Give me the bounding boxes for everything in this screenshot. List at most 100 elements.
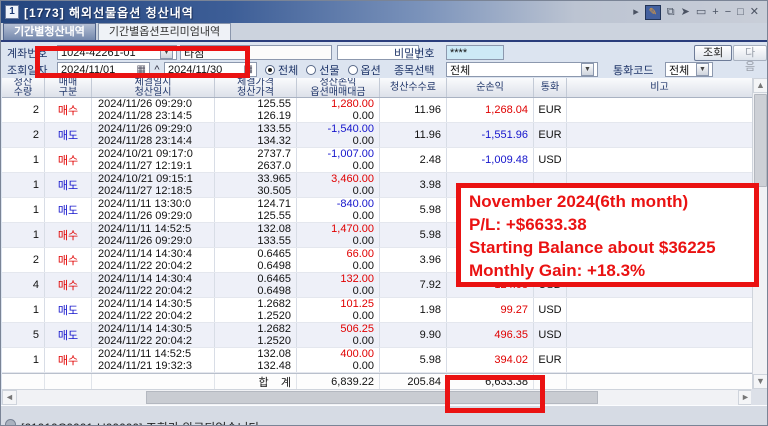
qty-value: 1 bbox=[2, 179, 39, 191]
side-value: 매수 bbox=[58, 277, 78, 293]
table-row[interactable]: 1매수2024/10/21 09:17:02024/11/27 12:19:12… bbox=[2, 148, 752, 173]
close-icon[interactable]: ✕ bbox=[750, 5, 759, 19]
cell-qty: 1 bbox=[2, 198, 45, 222]
amount-value: 0.00 bbox=[297, 285, 374, 297]
chevron-down-icon[interactable]: ▼ bbox=[581, 63, 594, 76]
total-fee: 205.84 bbox=[380, 374, 447, 389]
price_open-value: 1.2682 bbox=[215, 323, 291, 335]
table-row[interactable]: 5매도2024/11/14 14:30:52024/11/22 20:04:21… bbox=[2, 323, 752, 348]
fee-value: 3.98 bbox=[380, 179, 441, 191]
detach-window-icon[interactable]: ➤ bbox=[681, 5, 690, 19]
cell-side: 매도 bbox=[45, 298, 92, 322]
scroll-down-icon[interactable]: ▼ bbox=[753, 374, 768, 389]
amount-value: 0.00 bbox=[297, 335, 374, 347]
radio-futures[interactable]: 선물 bbox=[306, 62, 339, 78]
table-row[interactable]: 2매도2024/11/26 09:29:02024/11/28 23:14:41… bbox=[2, 123, 752, 148]
net-value: 394.02 bbox=[447, 354, 528, 366]
scroll-up-icon[interactable]: ▲ bbox=[753, 78, 768, 93]
cell-price_open: 125.55126.19 bbox=[215, 98, 297, 122]
price_open-value: 132.08 bbox=[215, 223, 291, 235]
qty-value: 2 bbox=[2, 129, 39, 141]
dt_close-value: 2024/11/27 12:18:5 bbox=[98, 185, 214, 197]
net-value: 99.27 bbox=[447, 304, 528, 316]
amount-value: 0.00 bbox=[297, 160, 374, 172]
cell-dt_open: 2024/11/11 13:30:02024/11/26 09:29:0 bbox=[92, 198, 215, 222]
currency-value: USD bbox=[538, 154, 561, 166]
pl-value: 506.25 bbox=[297, 323, 374, 335]
radio-all[interactable]: 전체 bbox=[265, 62, 298, 78]
panel-collapse-icon[interactable]: ▸ bbox=[633, 5, 639, 19]
side-value: 매수 bbox=[58, 352, 78, 368]
table-row[interactable]: 1매도2024/11/14 14:30:52024/11/22 20:04:21… bbox=[2, 298, 752, 323]
header-fee: 청산수수료 bbox=[380, 78, 447, 97]
chevron-down-icon[interactable]: ▼ bbox=[696, 63, 709, 76]
password-input[interactable]: **** bbox=[446, 45, 504, 60]
pl-value: 132.00 bbox=[297, 273, 374, 285]
cell-dt_open: 2024/11/26 09:29:02024/11/28 23:14:4 bbox=[92, 123, 215, 147]
horizontal-scrollbar[interactable]: ◄ ► bbox=[2, 389, 753, 405]
price_open-value: 132.08 bbox=[215, 348, 291, 360]
chart-edit-icon[interactable]: ✎ bbox=[645, 5, 661, 20]
pl-value: -1,540.00 bbox=[297, 123, 374, 135]
maximize-icon[interactable]: □ bbox=[737, 5, 744, 19]
cell-dt_open: 2024/10/21 09:17:02024/11/27 12:19:1 bbox=[92, 148, 215, 172]
scroll-left-icon[interactable]: ◄ bbox=[2, 390, 17, 405]
cell-dt_open: 2024/11/14 14:30:52024/11/22 20:04:2 bbox=[92, 298, 215, 322]
cell-price_open: 0.64650.6498 bbox=[215, 273, 297, 297]
zoom-in-icon[interactable]: + bbox=[712, 5, 718, 19]
price_open-value: 133.55 bbox=[215, 123, 291, 135]
price_close-value: 134.32 bbox=[215, 135, 291, 147]
titlebar: 1 [1773] 해외선물옵션 청산내역 ▸✎⧉➤▭+−□✕ bbox=[1, 1, 767, 23]
header-side: 매매 구분 bbox=[45, 78, 92, 97]
price_close-value: 0.6498 bbox=[215, 260, 291, 272]
vertical-scroll-thumb[interactable] bbox=[754, 94, 767, 187]
fee-value: 5.98 bbox=[380, 204, 441, 216]
dt_open-value: 2024/11/11 13:30:0 bbox=[98, 198, 214, 210]
cascade-windows-icon[interactable]: ⧉ bbox=[667, 5, 675, 19]
table-row[interactable]: 1매수2024/11/11 14:52:52024/11/21 19:32:31… bbox=[2, 348, 752, 373]
cell-dt_open: 2024/11/14 14:30:42024/11/22 20:04:2 bbox=[92, 273, 215, 297]
item-select[interactable]: 전체 ▼ bbox=[446, 62, 598, 77]
dt_close-value: 2024/11/27 12:19:1 bbox=[98, 160, 214, 172]
dt_open-value: 2024/11/11 14:52:5 bbox=[98, 223, 214, 235]
fee-value: 11.96 bbox=[380, 104, 441, 116]
next-button[interactable]: 다음 bbox=[733, 45, 767, 61]
cell-pl: -840.000.00 bbox=[297, 198, 380, 222]
dt_open-value: 2024/11/26 09:29:0 bbox=[98, 123, 214, 135]
pl-value: 3,460.00 bbox=[297, 173, 374, 185]
currency-select[interactable]: 전체 ▼ bbox=[665, 62, 713, 77]
dt_open-value: 2024/11/14 14:30:5 bbox=[98, 323, 214, 335]
fee-value: 5.98 bbox=[380, 354, 441, 366]
cell-price_open: 124.71125.55 bbox=[215, 198, 297, 222]
scrollbar-corner bbox=[751, 389, 767, 405]
cell-pl: 66.000.00 bbox=[297, 248, 380, 272]
tab-period-option-premium[interactable]: 기간별옵션프리미엄내역 bbox=[98, 23, 231, 40]
cell-price_open: 0.64650.6498 bbox=[215, 248, 297, 272]
price_close-value: 2637.0 bbox=[215, 160, 291, 172]
dt_open-value: 2024/11/14 14:30:5 bbox=[98, 298, 214, 310]
annotation-total-box bbox=[445, 375, 545, 413]
restore-icon[interactable]: ▭ bbox=[696, 5, 706, 19]
price_close-value: 133.55 bbox=[215, 235, 291, 247]
dt_open-value: 2024/10/21 09:15:1 bbox=[98, 173, 214, 185]
annotation-line-1: November 2024(6th month) bbox=[469, 190, 746, 213]
query-button[interactable]: 조회 bbox=[694, 45, 732, 61]
radio-options[interactable]: 옵션 bbox=[348, 62, 381, 78]
cell-fee: 9.90 bbox=[380, 323, 447, 347]
cell-dt_open: 2024/11/11 14:52:52024/11/26 09:29:0 bbox=[92, 223, 215, 247]
pl-value: 400.00 bbox=[297, 348, 374, 360]
cell-net: 1,268.04 bbox=[447, 98, 534, 122]
cell-currency: EUR bbox=[534, 348, 567, 372]
zoom-out-icon[interactable]: − bbox=[725, 5, 731, 19]
price_open-value: 0.6465 bbox=[215, 273, 291, 285]
table-row[interactable]: 2매수2024/11/26 09:29:02024/11/28 23:14:51… bbox=[2, 98, 752, 123]
tab-period-liquidation[interactable]: 기간별청산내역 bbox=[3, 23, 96, 40]
status-bar: [61010C0001-U00000] 조회가 완료되었습니다 bbox=[1, 405, 767, 426]
fee-value: 1.98 bbox=[380, 304, 441, 316]
cell-dt_open: 2024/11/14 14:30:52024/11/22 20:04:2 bbox=[92, 323, 215, 347]
cell-pl: -1,540.000.00 bbox=[297, 123, 380, 147]
net-value: 496.35 bbox=[447, 329, 528, 341]
cell-net: 496.35 bbox=[447, 323, 534, 347]
radio-options-label: 옵션 bbox=[361, 62, 381, 78]
price_open-value: 33.965 bbox=[215, 173, 291, 185]
